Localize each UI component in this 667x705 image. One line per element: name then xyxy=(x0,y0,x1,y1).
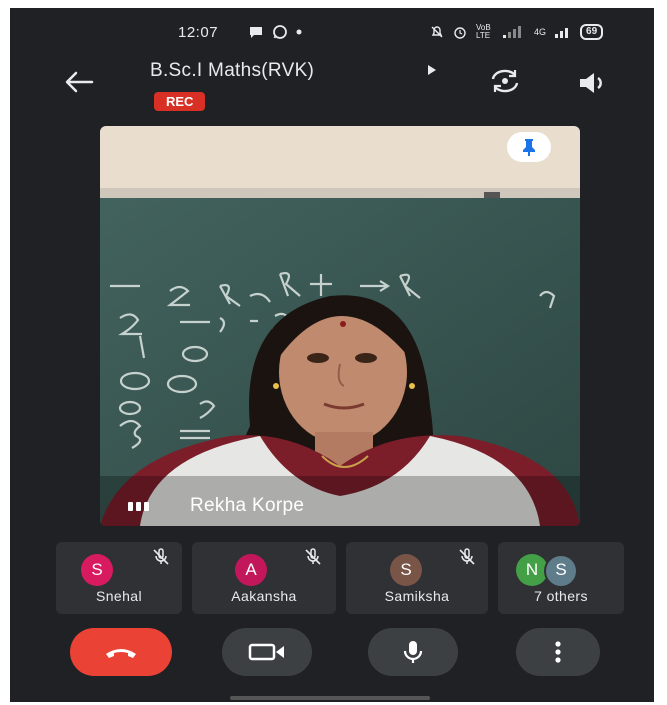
alarm-icon xyxy=(454,27,466,39)
audio-bar xyxy=(136,502,141,511)
dot-icon xyxy=(296,29,302,35)
main-participant-name: Rekha Korpe xyxy=(190,495,305,516)
network-type: 4G xyxy=(534,27,547,37)
signal-icon-2 xyxy=(555,28,569,38)
mic-off-icon xyxy=(459,548,475,565)
participant-name: Aakansha xyxy=(231,588,297,604)
camera-toggle-button[interactable] xyxy=(222,628,312,676)
status-time: 12:07 xyxy=(178,24,219,41)
volte-label: VoB LTE xyxy=(476,23,491,40)
phone-screen: 12:07 VoB LTE 4G 69 B.Sc.I Maths(RVK) RE… xyxy=(10,8,654,702)
avatar: A xyxy=(235,554,267,586)
pin-button[interactable] xyxy=(507,132,551,162)
back-arrow-icon[interactable] xyxy=(62,68,96,96)
mute-notification-icon xyxy=(431,26,443,38)
participant-name: Samiksha xyxy=(384,588,450,604)
participant-tile[interactable]: S Snehal xyxy=(56,542,182,614)
signal-icon xyxy=(503,26,521,38)
participant-tile[interactable]: S Samiksha xyxy=(346,542,488,614)
microphone-icon xyxy=(403,641,423,663)
recording-badge: REC xyxy=(154,92,206,111)
home-indicator xyxy=(230,696,430,700)
whatsapp-icon xyxy=(273,25,287,39)
mic-off-icon xyxy=(305,548,321,565)
participant-name: Snehal xyxy=(96,588,142,604)
end-call-button[interactable] xyxy=(70,628,172,676)
more-vert-icon xyxy=(555,641,561,663)
status-right-icons: VoB LTE 4G 69 xyxy=(430,23,604,40)
video-camera-icon xyxy=(248,643,284,661)
avatar: S xyxy=(81,554,113,586)
participant-tile[interactable]: A Aakansha xyxy=(192,542,336,614)
meeting-title[interactable]: B.Sc.I Maths(RVK) xyxy=(150,60,314,82)
audio-bar xyxy=(144,502,149,511)
switch-camera-icon[interactable] xyxy=(488,66,522,96)
audio-bar xyxy=(128,502,133,511)
participant-name: 7 others xyxy=(534,588,588,604)
mic-off-icon xyxy=(153,548,169,565)
pin-icon xyxy=(523,139,535,156)
avatar: S xyxy=(544,554,578,588)
title-expand-icon[interactable] xyxy=(428,65,436,75)
participant-strip[interactable]: S Snehal A Aakansha S Samiksha N S 7 oth… xyxy=(56,542,654,618)
audio-level-icon xyxy=(128,502,149,511)
participant-tile-others[interactable]: N S 7 others xyxy=(498,542,624,614)
mic-toggle-button[interactable] xyxy=(368,628,458,676)
video-feed xyxy=(100,126,580,526)
more-options-button[interactable] xyxy=(516,628,600,676)
speaker-icon[interactable] xyxy=(576,70,612,96)
status-bar: 12:07 VoB LTE 4G 69 xyxy=(10,22,654,46)
battery-icon: 69 xyxy=(580,24,604,40)
main-video-tile[interactable] xyxy=(100,126,580,526)
avatar: S xyxy=(390,554,422,586)
status-left-icons xyxy=(248,24,302,40)
chat-icon xyxy=(250,27,262,38)
phone-hangup-icon xyxy=(106,649,136,658)
